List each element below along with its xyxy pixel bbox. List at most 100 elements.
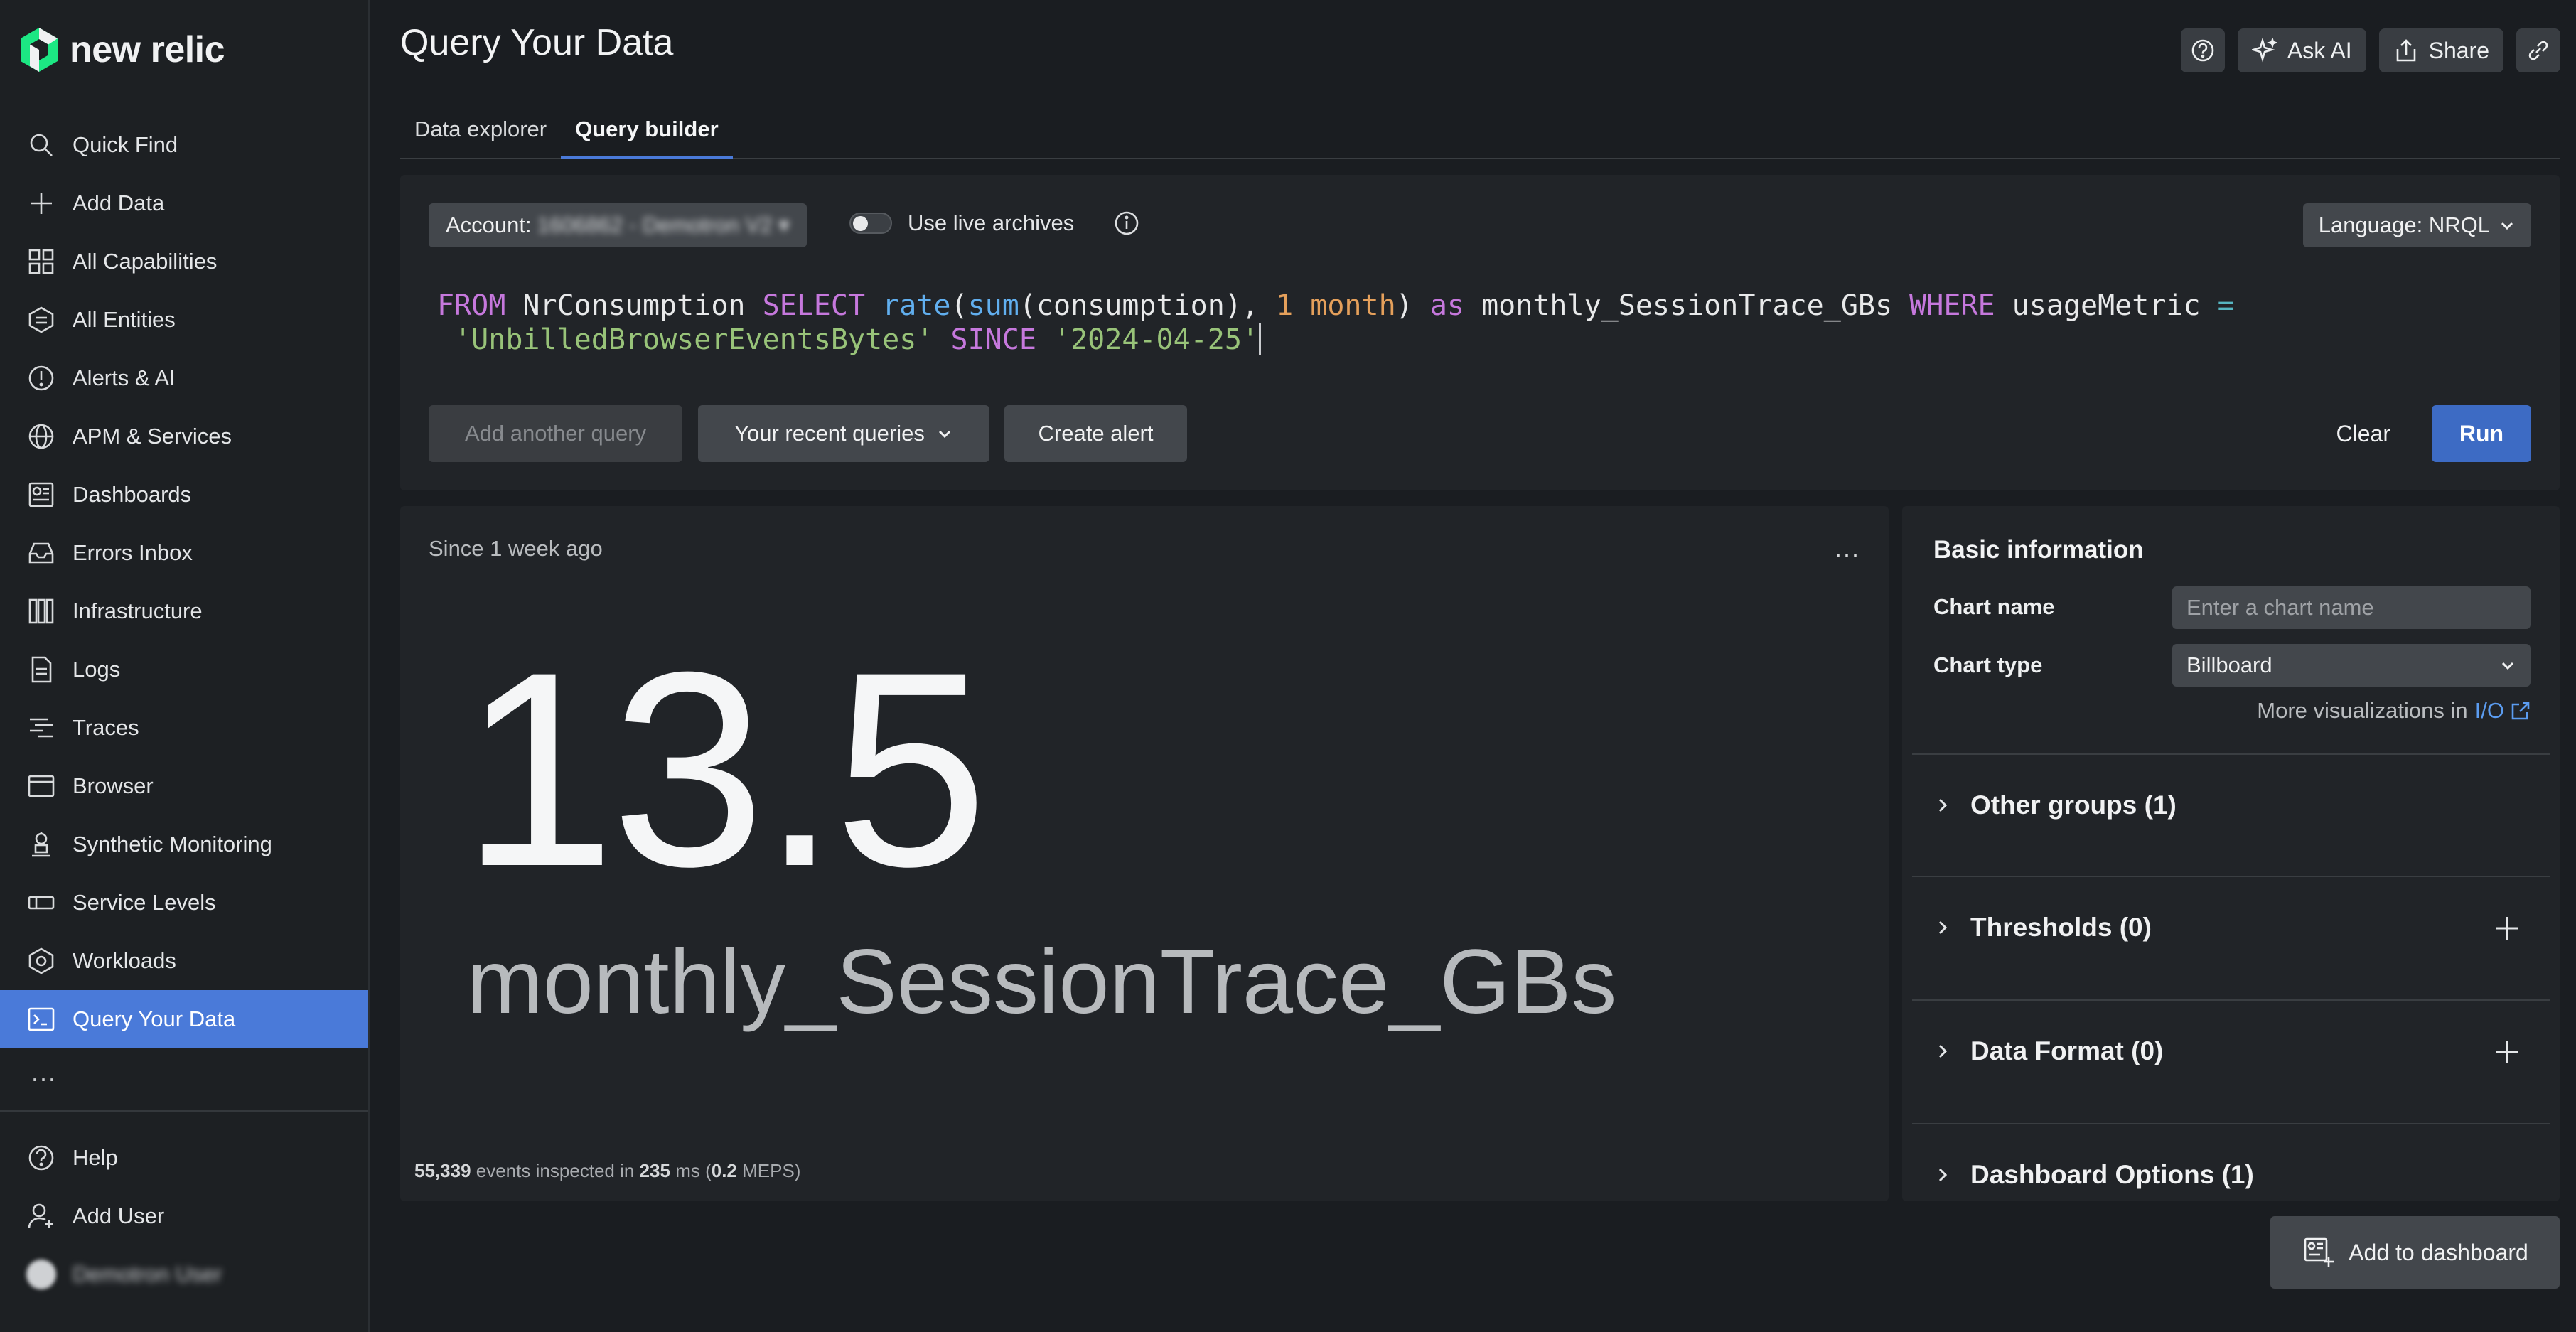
sidebar-item-label: Add User [73,1203,165,1228]
account-value: 1606862 - Demotron V2 ▾ [537,213,790,237]
sidebar-item-infrastructure[interactable]: Infrastructure [0,582,368,640]
nrql-text: ) [1395,289,1430,322]
copy-link-button[interactable] [2516,28,2560,72]
sidebar-item-browser[interactable]: Browser [0,757,368,815]
chevron-right-icon [1933,918,1952,937]
nrql-text [1293,289,1310,322]
logo[interactable]: new relic [18,26,225,74]
nrql-string: '2024-04-25' [1053,323,1259,356]
chart-type-select[interactable]: Billboard [2172,644,2531,687]
chart-name-placeholder: Enter a chart name [2186,595,2374,620]
query-panel: Account: 1606862 - Demotron V2 ▾ Use liv… [400,175,2560,490]
page-title: Query Your Data [400,22,674,63]
more-options-icon[interactable]: ... [1835,533,1860,563]
io-link[interactable]: I/O [2475,698,2504,724]
tab-data-explorer[interactable]: Data explorer [400,107,561,159]
sidebar-item-help[interactable]: Help [0,1129,368,1187]
accordion-label: Thresholds (0) [1970,913,2152,942]
avatar [26,1260,56,1289]
infrastructure-icon [26,596,57,627]
sidebar-item-label: Query Your Data [73,1006,236,1031]
add-another-query-button[interactable]: Add another query [429,405,682,462]
sidebar-item-all-capabilities[interactable]: All Capabilities [0,232,368,291]
nrql-text [437,323,454,356]
sidebar-item-logs[interactable]: Logs [0,640,368,699]
sidebar-item-add-user[interactable]: Add User [0,1187,368,1245]
accordion-thresholds[interactable]: Thresholds (0) [1912,876,2550,999]
time-range-label: Since 1 week ago [429,536,603,561]
search-icon [26,129,57,161]
nrql-number: month [1310,289,1396,322]
synthetic-icon [26,829,57,860]
plus-icon [26,188,57,219]
new-relic-logo-icon [21,28,58,72]
tab-query-builder[interactable]: Query builder [561,107,733,159]
sidebar-item-query-your-data[interactable]: Query Your Data [0,990,368,1048]
sidebar-item-add-data[interactable]: Add Data [0,174,368,232]
nrql-text: NrConsumption [505,289,763,322]
help-button[interactable] [2180,28,2225,72]
nrql-text [1036,323,1053,356]
sidebar-item-errors-inbox[interactable]: Errors Inbox [0,524,368,582]
account-selector[interactable]: Account: 1606862 - Demotron V2 ▾ [429,203,807,247]
share-button[interactable]: Share [2378,28,2503,72]
sidebar-more-button[interactable]: ... [31,1058,57,1087]
accordion-dashboard-options[interactable]: Dashboard Options (1) [1912,1123,2550,1201]
sidebar-item-label: Help [73,1145,118,1170]
external-link-icon[interactable] [2510,700,2531,721]
tab-bar: Data explorer Query builder [400,107,2560,159]
inbox-icon [26,537,57,569]
live-archives-label: Use live archives [908,210,1075,235]
add-user-icon [26,1201,57,1232]
nrql-text: usageMetric [1995,289,2218,322]
create-alert-button[interactable]: Create alert [1004,405,1187,462]
nrql-editor[interactable]: FROM NrConsumption SELECT rate(sum(consu… [437,289,2527,357]
add-to-dashboard-label: Add to dashboard [2349,1239,2528,1265]
recent-queries-button[interactable]: Your recent queries [698,405,989,462]
sidebar-item-traces[interactable]: Traces [0,699,368,757]
sidebar: new relic Quick Find Add Data All Capabi… [0,0,370,1332]
sidebar-item-alerts-ai[interactable]: Alerts & AI [0,349,368,407]
nrql-keyword: SINCE [950,323,1036,356]
chevron-right-icon [1933,1042,1952,1060]
sidebar-item-workloads[interactable]: Workloads [0,932,368,990]
sidebar-item-label: Synthetic Monitoring [73,832,272,856]
sidebar-item-service-levels[interactable]: Service Levels [0,874,368,932]
billboard-value: 13.5 [461,614,988,924]
events-text: events inspected in [471,1160,640,1181]
add-data-format-icon[interactable] [2491,1036,2523,1068]
sidebar-item-synthetic-monitoring[interactable]: Synthetic Monitoring [0,815,368,874]
events-inspected-info: 55,339 events inspected in 235 ms (0.2 M… [414,1160,800,1182]
accordion-data-format[interactable]: Data Format (0) [1912,999,2550,1123]
sidebar-item-quick-find[interactable]: Quick Find [0,116,368,174]
query-icon [26,1004,57,1035]
add-threshold-icon[interactable] [2491,913,2523,944]
service-levels-icon [26,887,57,918]
chart-panel: Since 1 week ago ... 13.5 monthly_Sessio… [400,506,1889,1201]
more-visualizations-text: More visualizations in [2257,698,2468,723]
language-label: Language: NRQL [2318,213,2490,237]
nrql-operator: = [2217,289,2235,322]
query-duration: 235 [639,1160,670,1181]
sidebar-item-apm-services[interactable]: APM & Services [0,407,368,466]
clear-button[interactable]: Clear [2336,421,2390,447]
sidebar-item-all-entities[interactable]: All Entities [0,291,368,349]
sidebar-item-label: Add Data [73,190,165,215]
run-button[interactable]: Run [2432,405,2531,462]
nrql-keyword: SELECT [762,289,866,322]
nrql-function: sum [967,289,1019,322]
nrql-text: (consumption), [1019,289,1277,322]
sidebar-item-user[interactable]: Demotron User [0,1245,368,1304]
ask-ai-button[interactable]: Ask AI [2237,28,2366,72]
language-selector[interactable]: Language: NRQL [2302,203,2531,247]
info-icon[interactable] [1112,209,1141,237]
more-visualizations: More visualizations in I/O [2257,698,2531,724]
sidebar-item-dashboards[interactable]: Dashboards [0,466,368,524]
accordion-label: Dashboard Options (1) [1970,1160,2254,1189]
sparkle-icon [2251,38,2277,63]
chart-name-input[interactable]: Enter a chart name [2172,586,2531,629]
accordion-other-groups[interactable]: Other groups (1) [1912,753,2550,876]
sidebar-item-label: Traces [73,715,139,740]
live-archives-toggle[interactable] [849,213,892,234]
add-to-dashboard-button[interactable]: Add to dashboard [2270,1216,2560,1289]
